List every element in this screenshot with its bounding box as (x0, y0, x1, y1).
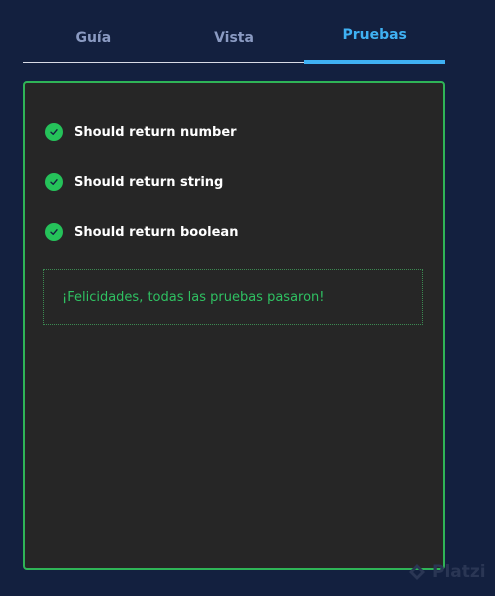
test-label: Should return boolean (74, 224, 239, 240)
check-circle-icon (45, 123, 63, 141)
test-item: Should return number (45, 123, 237, 141)
test-label: Should return string (74, 174, 224, 190)
check-circle-icon (45, 173, 63, 191)
platzi-watermark: Platzi (408, 562, 486, 582)
success-message: ¡Felicidades, todas las pruebas pasaron! (43, 269, 423, 325)
tab-vista[interactable]: Vista (164, 0, 305, 62)
tests-panel: Should return number Should return strin… (23, 81, 445, 570)
test-item: Should return string (45, 173, 223, 191)
tab-pruebas[interactable]: Pruebas (304, 0, 446, 64)
watermark-text: Platzi (432, 562, 486, 582)
test-label: Should return number (74, 124, 237, 140)
check-circle-icon (45, 223, 63, 241)
tab-guia[interactable]: Guía (23, 0, 164, 62)
test-item: Should return boolean (45, 223, 238, 241)
platzi-logo-icon (409, 564, 425, 580)
tab-bar: Guía Vista Pruebas (23, 0, 446, 64)
